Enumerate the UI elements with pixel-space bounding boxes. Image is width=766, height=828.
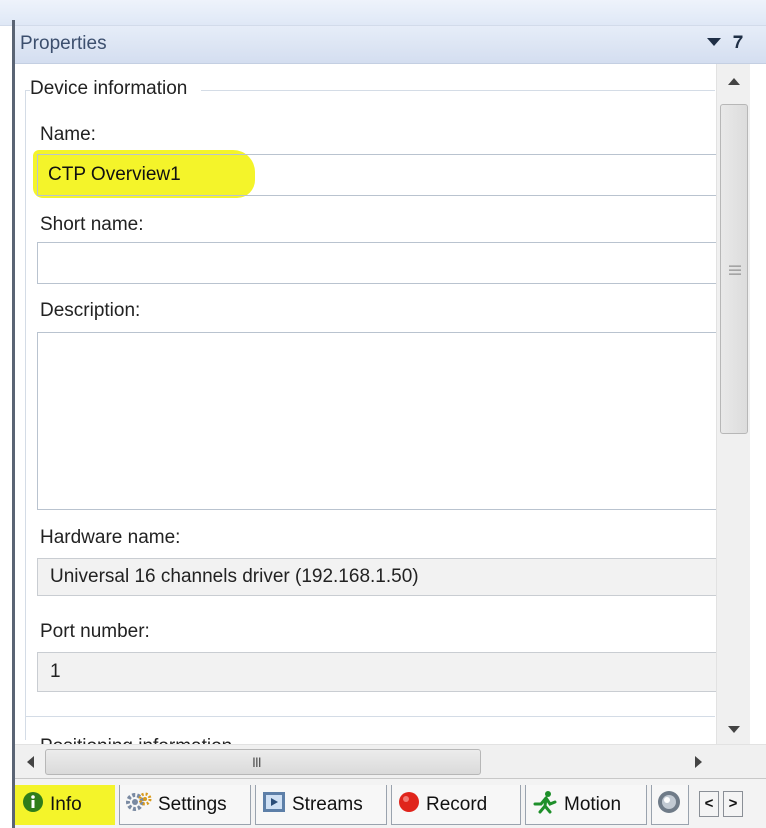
name-label: Name: bbox=[40, 124, 96, 145]
tab-record-label: Record bbox=[426, 793, 488, 815]
horizontal-scroll-thumb[interactable]: III bbox=[45, 749, 481, 775]
ptz-icon bbox=[656, 789, 682, 821]
streams-icon bbox=[262, 790, 286, 820]
short-name-label: Short name: bbox=[40, 214, 144, 235]
group-bottom-divider bbox=[25, 716, 715, 717]
tab-strip: Info Settings Streams Record Motion < > bbox=[15, 778, 766, 828]
tab-streams[interactable]: Streams bbox=[255, 785, 387, 825]
tabs-prev-button[interactable]: < bbox=[699, 791, 719, 817]
grip-icon: — — — bbox=[729, 258, 741, 280]
description-field[interactable] bbox=[37, 332, 717, 510]
tab-motion-label: Motion bbox=[564, 793, 622, 815]
scroll-corner bbox=[717, 745, 766, 779]
tab-settings[interactable]: Settings bbox=[119, 785, 251, 825]
vertical-scrollbar[interactable]: — — — bbox=[716, 64, 750, 744]
scroll-down-icon[interactable] bbox=[728, 726, 740, 733]
tab-info-label: Info bbox=[50, 793, 82, 815]
panel-menu-dropdown-icon[interactable] bbox=[707, 38, 721, 46]
top-strip bbox=[0, 0, 766, 26]
tab-overflow[interactable] bbox=[651, 785, 689, 825]
device-information-heading: Device information bbox=[30, 78, 202, 100]
name-field[interactable] bbox=[37, 154, 717, 196]
group-left-divider bbox=[25, 90, 26, 740]
record-icon bbox=[398, 791, 420, 819]
hardware-name-label: Hardware name: bbox=[40, 527, 181, 548]
scroll-left-icon[interactable] bbox=[27, 756, 34, 768]
properties-content: Device information Name: Short name: Des… bbox=[15, 64, 766, 744]
port-number-label: Port number: bbox=[40, 621, 150, 642]
panel-title: Properties bbox=[20, 33, 107, 54]
tab-settings-label: Settings bbox=[158, 793, 227, 815]
tabs-next-button[interactable]: > bbox=[723, 791, 743, 817]
tab-info[interactable]: Info bbox=[15, 785, 115, 825]
panel-title-bar: Properties 𝟕 bbox=[15, 26, 766, 64]
settings-icon bbox=[126, 790, 152, 820]
hardware-name-value: Universal 16 channels driver (192.168.1.… bbox=[37, 558, 717, 596]
info-icon bbox=[22, 791, 44, 819]
tab-streams-label: Streams bbox=[292, 793, 363, 815]
pin-icon[interactable]: 𝟕 bbox=[733, 32, 743, 53]
positioning-information-heading: Positioning information bbox=[40, 736, 232, 744]
tab-record[interactable]: Record bbox=[391, 785, 521, 825]
motion-icon bbox=[532, 790, 558, 820]
short-name-field[interactable] bbox=[37, 242, 717, 284]
scroll-up-icon[interactable] bbox=[728, 78, 740, 85]
horizontal-scrollbar[interactable]: III bbox=[15, 744, 766, 779]
port-number-value: 1 bbox=[37, 652, 717, 692]
properties-panel: Properties 𝟕 Device information Name: Sh… bbox=[0, 0, 766, 828]
description-label: Description: bbox=[40, 300, 141, 321]
tab-motion[interactable]: Motion bbox=[525, 785, 647, 825]
scroll-right-icon[interactable] bbox=[695, 756, 702, 768]
vertical-scroll-thumb[interactable]: — — — bbox=[720, 104, 748, 434]
grip-icon: III bbox=[252, 754, 262, 770]
